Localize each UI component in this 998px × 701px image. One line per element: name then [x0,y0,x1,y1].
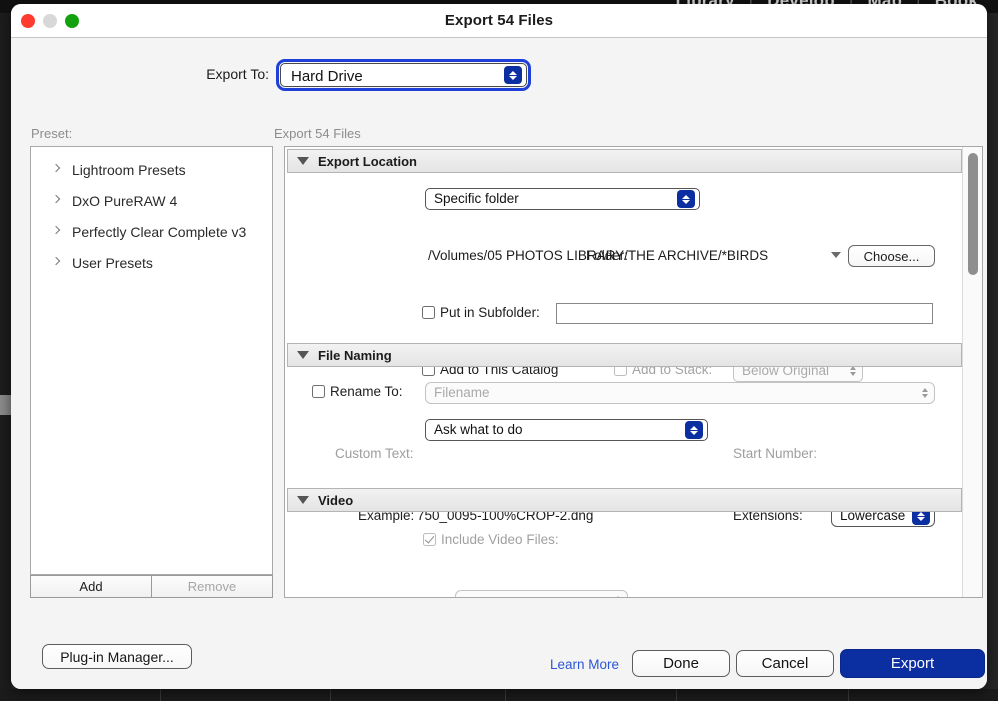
export-settings-panels: Export Location Export To: Specific fold… [284,146,983,598]
include-video-files-label: Include Video Files: [441,532,559,547]
chevron-right-icon[interactable] [52,195,63,206]
panel-export-location: Export Location Export To: Specific fold… [285,149,964,441]
video-format-popup-button [455,590,628,597]
chevron-right-icon[interactable] [52,226,63,237]
rename-to-label: Rename To: [330,384,403,399]
panel-title: Export Location [318,153,417,169]
export-dialog: Export 54 Files Export To: Hard Drive Pr… [11,4,987,689]
triangle-down-icon[interactable] [831,252,841,258]
put-in-subfolder-checkbox[interactable] [422,306,435,319]
panel-file-naming: File Naming Rename To: Filename Custom T… [285,343,964,527]
row-rename-to: Rename To: Filename [285,378,964,406]
plugin-manager-button[interactable]: Plug-in Manager... [42,644,192,669]
preset-column-label: Preset: [31,126,73,141]
panels-scrollbar[interactable] [962,147,982,597]
scrollbar-thumb[interactable] [968,153,978,275]
done-button[interactable]: Done [632,650,730,677]
preset-group-dxo-pureraw-4[interactable]: DxO PureRAW 4 [31,185,272,216]
dialog-title: Export 54 Files [444,12,554,29]
destination-popup-focusring: Hard Drive [276,59,531,91]
chevron-updown-icon [615,596,621,597]
cancel-button[interactable]: Cancel [736,650,834,677]
chevron-updown-icon[interactable] [677,190,695,208]
include-video-files-checkbox [423,533,436,546]
rename-template-popup-button: Filename [425,382,935,404]
preset-list[interactable]: Lightroom Presets DxO PureRAW 4 Perfectl… [30,146,273,575]
put-in-subfolder-label: Put in Subfolder: [440,305,540,320]
preset-list-footer: Add Remove [30,575,273,598]
destination-popup-value: Hard Drive [291,68,363,85]
rename-to-checkbox[interactable] [312,385,325,398]
remove-preset-button: Remove [152,575,273,598]
filmstrip-edge [0,689,998,701]
preset-group-label: DxO PureRAW 4 [72,192,178,209]
destination-row: Export To: Hard Drive [11,59,987,91]
custom-text-label: Custom Text: [335,446,414,461]
panel-header-video[interactable]: Video [287,488,962,512]
main-column-heading: Export 54 Files [274,126,361,141]
row-export-to: Export To: Specific folder [285,185,964,213]
choose-folder-button[interactable]: Choose... [848,245,935,267]
learn-more-link[interactable]: Learn More [550,657,619,672]
destination-popup-button[interactable]: Hard Drive [280,63,527,87]
dialog-titlebar: Export 54 Files [11,4,987,38]
export-to-popup-button[interactable]: Specific folder [425,188,700,210]
preset-group-user-presets[interactable]: User Presets [31,247,272,278]
panel-body-file-naming: Rename To: Filename Custom Text: Start N… [285,367,964,527]
export-button[interactable]: Export [840,649,985,678]
preset-group-label: Lightroom Presets [72,161,186,178]
start-number-label: Start Number: [733,446,818,461]
add-preset-button[interactable]: Add [30,575,152,598]
chevron-updown-icon[interactable] [504,66,522,84]
left-panel-edge [0,13,11,701]
panels-scroll-viewport: Export Location Export To: Specific fold… [285,147,964,597]
dialog-body: Export To: Hard Drive Preset: Export 54 … [11,38,987,689]
rename-template-value: Filename [434,385,490,400]
folder-path-value: /Volumes/05 PHOTOS LIBRARY/THE ARCHIVE/*… [428,248,769,263]
triangle-down-icon[interactable] [297,351,309,359]
row-video-format: Video Format: [285,586,964,597]
panel-body-video: Include Video Files: Video Format: [285,512,964,597]
chevron-right-icon[interactable] [52,257,63,268]
panel-body-export-location: Export To: Specific folder Folder: [285,173,964,441]
subfolder-name-input[interactable] [556,303,933,324]
chevron-updown-icon [922,388,928,398]
preset-group-label: Perfectly Clear Complete v3 [72,223,247,240]
destination-label: Export To: [206,66,269,82]
panel-video: Video Include Video Files: Video Format: [285,488,964,597]
row-custom-text: Custom Text: Start Number: [285,440,964,468]
row-include-video: Include Video Files: [285,526,964,554]
preset-group-lightroom-presets[interactable]: Lightroom Presets [31,154,272,185]
panel-resize-handle[interactable] [0,395,11,415]
triangle-down-icon[interactable] [297,496,309,504]
preset-group-perfectly-clear-complete-v3[interactable]: Perfectly Clear Complete v3 [31,216,272,247]
chevron-right-icon[interactable] [52,164,63,175]
panel-title: File Naming [318,347,392,363]
export-to-popup-value: Specific folder [434,191,519,206]
panel-header-file-naming[interactable]: File Naming [287,343,962,367]
preset-group-label: User Presets [72,254,153,271]
row-folder: Folder: /Volumes/05 PHOTOS LIBRARY/THE A… [285,242,964,270]
triangle-down-icon[interactable] [297,157,309,165]
panel-title: Video [318,492,354,508]
row-put-in-subfolder: Put in Subfolder: [285,299,964,327]
panel-header-export-location[interactable]: Export Location [287,149,962,173]
